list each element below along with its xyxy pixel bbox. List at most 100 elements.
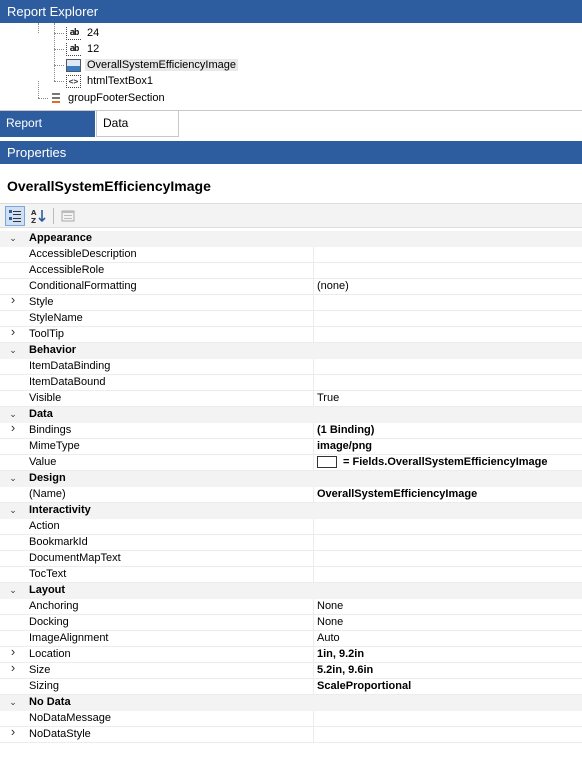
property-value[interactable] [313,551,582,566]
category-behavior[interactable]: ⌄ Behavior [0,343,582,359]
property-value[interactable]: 1in, 9.2in [313,647,582,662]
tree-node-textbox-24[interactable]: ab 24 [66,25,101,41]
category-label: Data [29,408,53,420]
expression-swatch-icon [317,456,337,469]
property-row-itemdatabound[interactable]: ItemDataBound [0,375,582,391]
property-value-text: 5.2in, 9.6in [317,664,374,676]
properties-panel: Properties OverallSystemEfficiencyImage … [0,141,582,765]
property-value[interactable] [313,727,582,742]
property-value[interactable]: ScaleProportional [313,679,582,694]
property-value[interactable] [313,295,582,310]
property-value[interactable] [313,375,582,390]
tree-node-html-textbox[interactable]: <> htmlTextBox1 [66,73,155,89]
chevron-right-icon[interactable]: › [8,325,18,338]
tree-node-group-footer[interactable]: groupFooterSection [50,90,167,106]
property-row-mimetype[interactable]: MimeType image/png [0,439,582,455]
property-row-stylename[interactable]: StyleName [0,311,582,327]
property-row-imagealignment[interactable]: ImageAlignment Auto [0,631,582,647]
property-name: Style [29,296,54,308]
property-value[interactable] [313,359,582,374]
property-name: StyleName [29,312,83,324]
property-row-size[interactable]: › Size 5.2in, 9.6in [0,661,582,679]
property-value[interactable]: Auto [313,631,582,646]
chevron-down-icon[interactable]: ⌄ [8,233,18,243]
category-label: Layout [29,584,66,596]
property-row-bookmarkid[interactable]: BookmarkId [0,535,582,551]
property-value[interactable]: None [313,599,582,614]
tab-data-explorer[interactable]: Data Explorer [96,111,179,154]
property-value[interactable]: True [313,391,582,406]
report-explorer-header: Report Explorer [0,0,582,23]
chevron-right-icon[interactable]: › [8,421,18,434]
chevron-down-icon[interactable]: ⌄ [8,585,18,595]
alphabetical-sort-icon: A Z [31,209,46,224]
category-interactivity[interactable]: ⌄ Interactivity [0,503,582,519]
property-row-value[interactable]: Value = Fields.OverallSystemEfficiencyIma… [0,455,582,471]
property-row-nodatastyle[interactable]: › NoDataStyle [0,725,582,743]
category-data[interactable]: ⌄ Data [0,407,582,423]
property-value[interactable]: 5.2in, 9.6in [313,663,582,678]
property-row-toctext[interactable]: TocText [0,567,582,583]
property-row-bindings[interactable]: › Bindings (1 Binding) [0,421,582,439]
property-value[interactable] [313,247,582,262]
property-row-anchoring[interactable]: Anchoring None [0,599,582,615]
property-row-conditionalformatting[interactable]: ConditionalFormatting (none) [0,279,582,295]
property-value[interactable]: image/png [313,439,582,454]
property-pages-button[interactable] [58,206,78,226]
chevron-right-icon[interactable]: › [8,645,18,658]
property-row-location[interactable]: › Location 1in, 9.2in [0,645,582,663]
property-value[interactable]: = Fields.OverallSystemEfficiencyImage [313,455,582,470]
chevron-right-icon[interactable]: › [8,725,18,738]
property-value-text: True [317,392,340,404]
property-name: Bindings [29,424,72,436]
property-value[interactable] [313,535,582,550]
chevron-down-icon[interactable]: ⌄ [8,473,18,483]
group-footer-icon [50,92,62,105]
property-row-docking[interactable]: Docking None [0,615,582,631]
property-value[interactable] [313,311,582,326]
report-explorer-panel: Report Explorer ab 24 ab 12 OverallSyste… [0,0,582,154]
property-row-itemdatabinding[interactable]: ItemDataBinding [0,359,582,375]
tree-node-textbox-12[interactable]: ab 12 [66,41,101,57]
property-row-action[interactable]: Action [0,519,582,535]
property-value[interactable]: OverallSystemEfficiencyImage [313,487,582,502]
tree-node-label: 24 [87,27,100,39]
property-row-tooltip[interactable]: › ToolTip [0,325,582,343]
property-name: Anchoring [29,600,79,612]
category-appearance[interactable]: ⌄ Appearance [0,231,582,247]
property-name: Docking [29,616,69,628]
category-layout[interactable]: ⌄ Layout [0,583,582,599]
category-no-data[interactable]: ⌄ No Data [0,695,582,711]
tree-node-picturebox[interactable]: OverallSystemEfficiencyImage [66,57,238,73]
property-value[interactable]: (none) [313,279,582,294]
property-row-style[interactable]: › Style [0,293,582,311]
property-value[interactable] [313,263,582,278]
property-value[interactable] [313,711,582,726]
tree-node-label: OverallSystemEfficiencyImage [85,59,238,71]
property-value[interactable]: (1 Binding) [313,423,582,438]
property-value[interactable]: None [313,615,582,630]
property-row-visible[interactable]: Visible True [0,391,582,407]
report-tree: ab 24 ab 12 OverallSystemEfficiencyImage… [0,23,582,110]
chevron-down-icon[interactable]: ⌄ [8,409,18,419]
property-row-accessibledescription[interactable]: AccessibleDescription [0,247,582,263]
property-value[interactable] [313,567,582,582]
property-row-sizing[interactable]: Sizing ScaleProportional [0,679,582,695]
chevron-down-icon[interactable]: ⌄ [8,697,18,707]
property-row-name[interactable]: (Name) OverallSystemEfficiencyImage [0,487,582,503]
chevron-right-icon[interactable]: › [8,293,18,306]
tab-report-explorer[interactable]: Report Explorer [0,111,95,154]
category-design[interactable]: ⌄ Design [0,471,582,487]
property-row-documentmaptext[interactable]: DocumentMapText [0,551,582,567]
chevron-down-icon[interactable]: ⌄ [8,345,18,355]
chevron-down-icon[interactable]: ⌄ [8,505,18,515]
svg-text:Z: Z [31,217,36,224]
property-row-nodatamessage[interactable]: NoDataMessage [0,711,582,727]
categorized-button[interactable] [5,206,25,226]
alphabetical-sort-button[interactable]: A Z [29,206,49,226]
chevron-right-icon[interactable]: › [8,661,18,674]
property-value[interactable] [313,327,582,342]
property-value[interactable] [313,519,582,534]
property-value-text: None [317,600,344,612]
property-row-accessiblerole[interactable]: AccessibleRole [0,263,582,279]
